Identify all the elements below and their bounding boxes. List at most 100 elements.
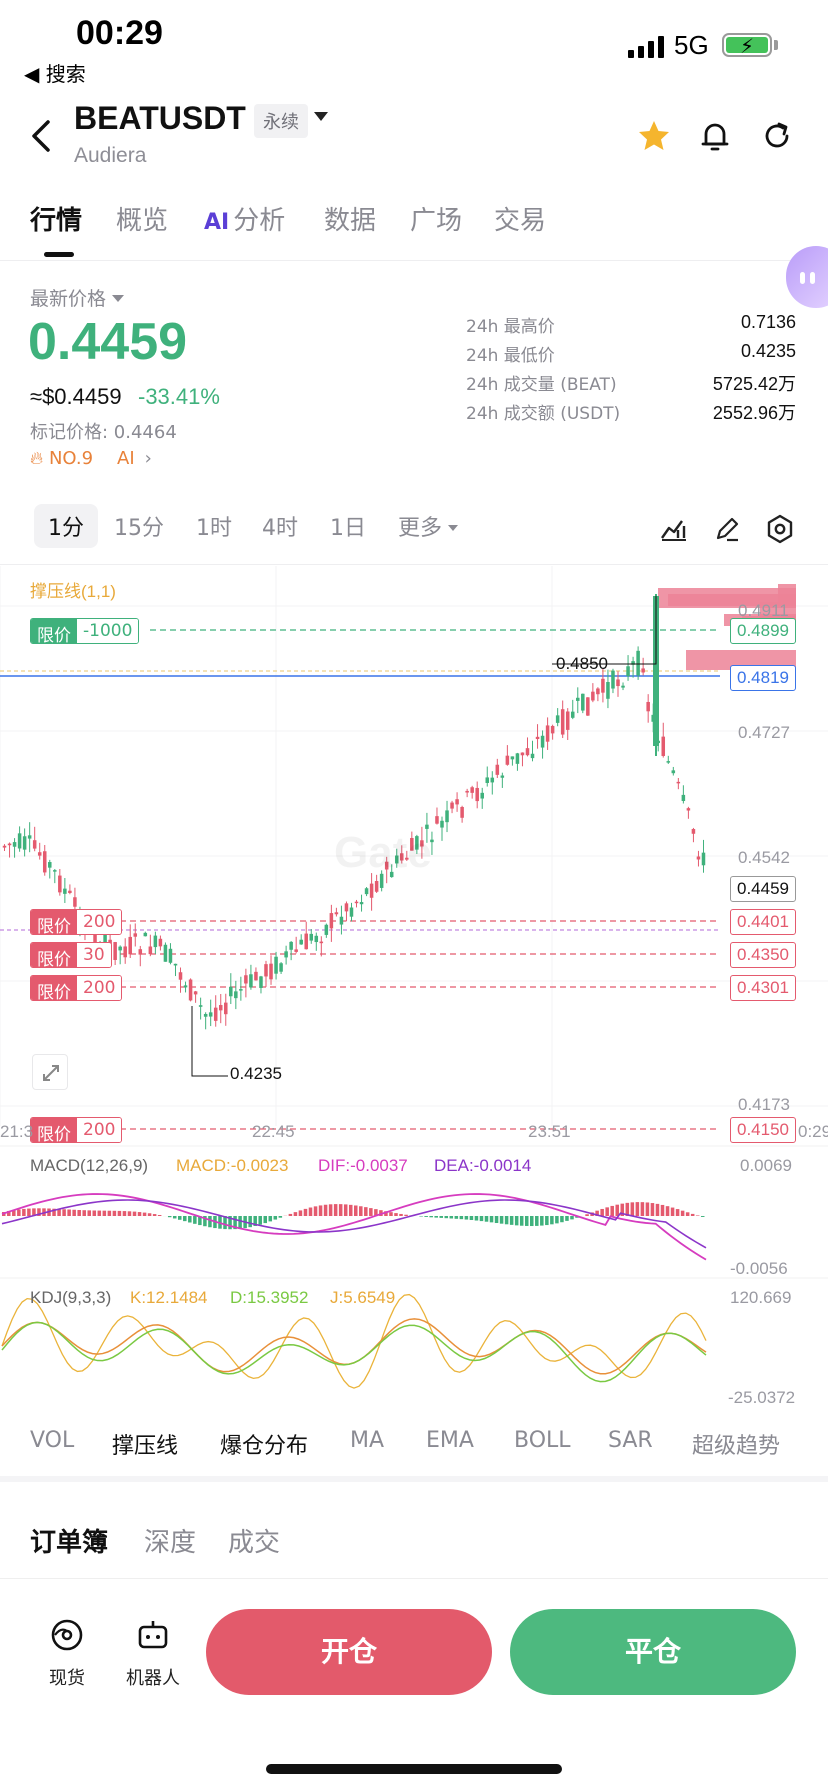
timeframe-15m[interactable]: 15分 [114,510,164,542]
bell-icon[interactable] [697,118,733,154]
close-position-button[interactable]: 平仓 [510,1609,796,1695]
tab-market[interactable]: 行情 [30,200,82,237]
candle-body [661,736,666,756]
bot-button[interactable]: 机器人 [118,1617,188,1690]
limit-order-tag[interactable]: 限价 200 [30,1117,123,1143]
macd-bar [535,1216,539,1226]
candle-body [565,711,570,730]
indicator-ema[interactable]: EMA [426,1428,474,1453]
candle-body [27,835,32,839]
symbol-title[interactable]: BEATUSDT [74,100,246,137]
macd-bar [605,1207,609,1216]
indicator-supertrend[interactable]: 超级趋势 [692,1428,780,1460]
macd-bar [364,1207,368,1216]
liquidation-bar [778,584,796,602]
candle-body [163,944,168,962]
tab-square[interactable]: 广场 [410,200,462,237]
timeframe-more-dropdown[interactable]: 更多 [398,510,458,542]
indicator-vol[interactable]: VOL [30,1428,74,1453]
timeframe-1h[interactable]: 1时 [196,510,232,542]
spot-button[interactable]: 现货 [32,1617,102,1690]
indicator-icon[interactable] [660,516,688,542]
macd-bar [77,1210,81,1216]
tab-depth[interactable]: 深度 [144,1522,196,1559]
rank-row[interactable]: 🔥︎ NO.9 AI › [30,448,152,469]
draw-pen-icon[interactable] [714,516,740,542]
kdj-k-line [1,1318,707,1375]
market-header: BEATUSDT 永续 Audiera [0,92,828,182]
macd-bar [127,1211,132,1216]
macd-bar [338,1204,343,1216]
macd-bar [117,1210,122,1216]
back-arrow-icon[interactable] [28,116,58,156]
macd-bar [585,1214,589,1216]
candle-body [143,932,148,937]
order-price-box: 0.4899 [730,618,796,644]
tab-orderbook[interactable]: 订单簿 [30,1522,108,1559]
candle-body [304,933,308,950]
macd-bar [479,1216,484,1222]
macd-bar [469,1216,474,1221]
limit-order-tag[interactable]: 限价 30 [30,942,112,968]
kdj-top-label: 120.669 [730,1288,792,1307]
macd-bar [394,1213,398,1216]
macd-bar [489,1216,494,1223]
macd-bar [318,1205,323,1216]
indicator-support-resistance[interactable]: 撑压线 [112,1428,178,1460]
macd-bar [172,1216,177,1219]
settings-icon[interactable] [766,514,794,544]
macd-top-label: 0.0069 [740,1156,792,1175]
share-icon[interactable] [759,118,795,154]
macd-bar [665,1206,670,1216]
candle-body [616,679,620,687]
latest-price-label[interactable]: 最新价格 [30,284,124,311]
candle-body [591,691,595,701]
battery-icon: ⚡ [722,33,772,58]
tab-analysis[interactable]: AI 分析 [204,200,285,237]
macd-bar [640,1202,645,1216]
macd-bar [524,1216,529,1226]
order-qty: 200 [77,1118,122,1142]
stat-value: 0.4235 [740,341,796,361]
tab-overview[interactable]: 概览 [116,200,168,237]
limit-order-tag[interactable]: 限价 200 [30,975,123,1001]
candle-body [500,775,505,778]
candle-body [158,938,163,947]
indicator-boll[interactable]: BOLL [514,1428,571,1453]
indicator-sar[interactable]: SAR [608,1428,653,1453]
order-qty: 200 [77,910,122,934]
expand-chart-icon[interactable] [32,1054,68,1090]
limit-order-tag[interactable]: 限价 -1000 [30,618,140,644]
indicator-liquidation[interactable]: 爆仓分布 [220,1428,308,1460]
timeframe-1d[interactable]: 1日 [330,510,366,542]
candle-body [68,890,72,893]
limit-order-tag[interactable]: 限价 200 [30,909,123,935]
dea-value: DEA:-0.0014 [434,1156,532,1175]
stat-row: 24h 最高价 0.7136 [466,312,796,341]
macd-bar [102,1210,107,1216]
indicator-ma[interactable]: MA [350,1428,384,1453]
timeframe-1m[interactable]: 1分 [34,504,98,548]
candle-body [198,1005,203,1007]
macd-bar [343,1204,348,1216]
candle-body [374,881,379,892]
kline-chart[interactable]: Gate 撑压线(1,1) 0.4911 0.4727 0.4542 0.417… [0,566,828,1416]
symbol-dropdown-icon[interactable] [314,112,328,121]
macd-bar [132,1211,137,1216]
open-position-button[interactable]: 开仓 [206,1609,492,1695]
back-to-app-link[interactable]: ◀ 搜索 [24,58,86,87]
candle-body [299,939,303,945]
tab-data[interactable]: 数据 [324,200,376,237]
candle-body [555,715,560,723]
macd-bar [514,1216,519,1226]
tabs-divider [0,260,828,261]
candle-body [515,753,520,764]
macd-bar [670,1207,675,1216]
star-icon[interactable] [636,118,672,154]
candle-body [369,883,374,898]
order-price-box: 0.4150 [730,1117,796,1143]
main-tabs: 行情 概览 AI 分析 数据 广场 交易 [0,196,828,262]
tab-trade[interactable]: 交易 [494,200,546,237]
timeframe-4h[interactable]: 4时 [262,510,298,542]
tab-trades[interactable]: 成交 [228,1522,280,1559]
